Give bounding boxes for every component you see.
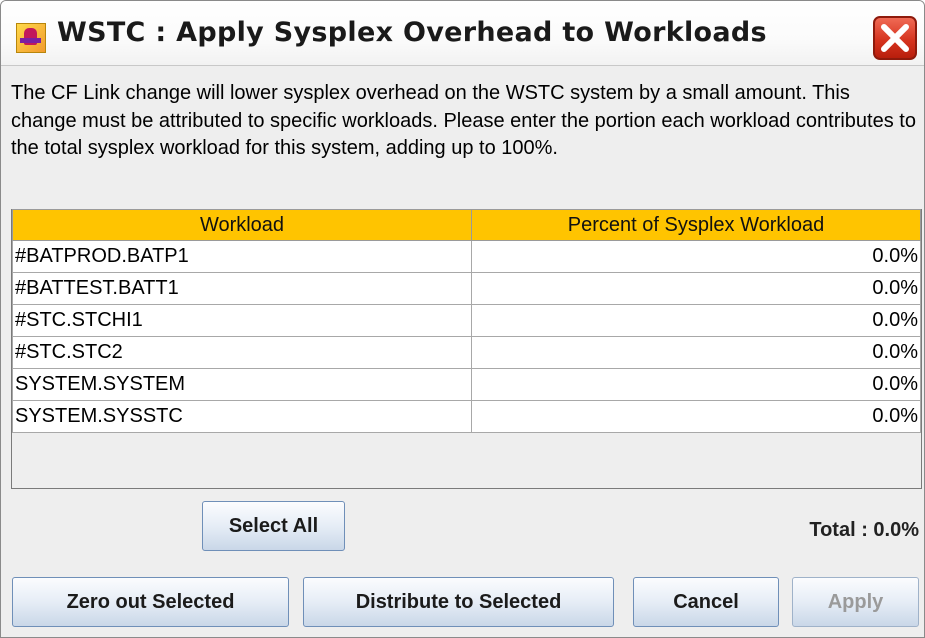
total-label: Total : 0.0% <box>809 519 919 541</box>
table-row[interactable]: #BATPROD.BATP1 0.0% <box>12 240 921 273</box>
window-title: WSTC : Apply Sysplex Overhead to Workloa… <box>57 17 767 48</box>
table-row[interactable]: #BATTEST.BATT1 0.0% <box>12 272 921 305</box>
column-header-workload[interactable]: Workload <box>12 209 472 241</box>
cancel-button[interactable]: Cancel <box>633 577 779 627</box>
percent-cell[interactable]: 0.0% <box>471 272 921 305</box>
workload-cell[interactable]: #BATPROD.BATP1 <box>12 240 472 273</box>
app-icon <box>16 23 46 53</box>
distribute-to-selected-button[interactable]: Distribute to Selected <box>303 577 614 627</box>
percent-cell[interactable]: 0.0% <box>471 368 921 401</box>
table-row[interactable]: SYSTEM.SYSSTC 0.0% <box>12 400 921 433</box>
percent-cell[interactable]: 0.0% <box>471 400 921 433</box>
percent-cell[interactable]: 0.0% <box>471 336 921 369</box>
table-row[interactable]: #STC.STC2 0.0% <box>12 336 921 369</box>
workload-cell[interactable]: #STC.STC2 <box>12 336 472 369</box>
percent-cell[interactable]: 0.0% <box>471 304 921 337</box>
percent-cell[interactable]: 0.0% <box>471 240 921 273</box>
close-button[interactable] <box>873 16 917 60</box>
workload-cell[interactable]: #BATTEST.BATT1 <box>12 272 472 305</box>
workload-table-container: Workload Percent of Sysplex Workload #BA… <box>11 209 922 489</box>
workload-table: Workload Percent of Sysplex Workload #BA… <box>12 209 921 433</box>
column-header-percent[interactable]: Percent of Sysplex Workload <box>471 209 921 241</box>
workload-cell[interactable]: #STC.STCHI1 <box>12 304 472 337</box>
table-row[interactable]: SYSTEM.SYSTEM 0.0% <box>12 368 921 401</box>
select-all-button[interactable]: Select All <box>202 501 345 551</box>
description-text: The CF Link change will lower sysplex ov… <box>11 82 916 159</box>
zero-out-selected-button[interactable]: Zero out Selected <box>12 577 289 627</box>
table-header-row: Workload Percent of Sysplex Workload <box>12 209 921 241</box>
workload-cell[interactable]: SYSTEM.SYSTEM <box>12 368 472 401</box>
title-bar: WSTC : Apply Sysplex Overhead to Workloa… <box>1 1 924 66</box>
table-row[interactable]: #STC.STCHI1 0.0% <box>12 304 921 337</box>
apply-button: Apply <box>792 577 919 627</box>
close-icon <box>881 24 909 52</box>
dialog-window: WSTC : Apply Sysplex Overhead to Workloa… <box>0 0 925 638</box>
workload-cell[interactable]: SYSTEM.SYSSTC <box>12 400 472 433</box>
